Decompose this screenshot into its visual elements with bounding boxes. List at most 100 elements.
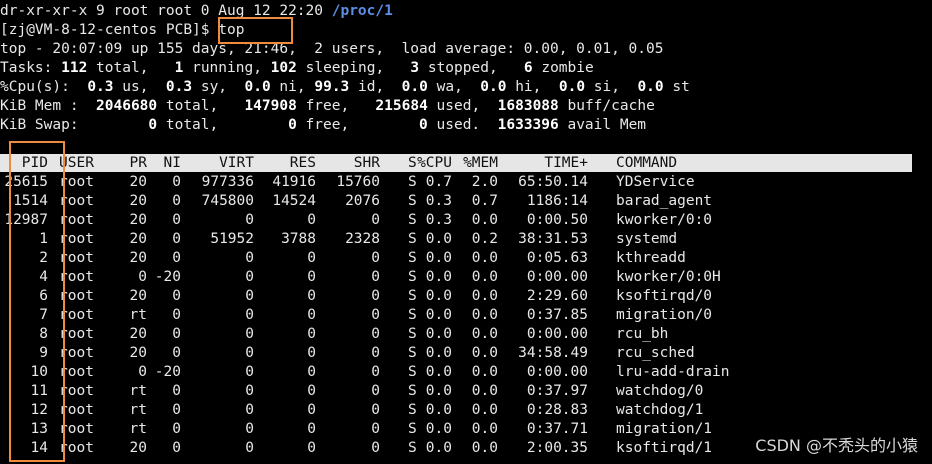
- uptime-line: top - 20:07:09 up 155 days, 21:46, 2 use…: [0, 41, 664, 57]
- cell-mem: 0.0: [471, 269, 498, 285]
- cell-cpu: 0.0: [425, 440, 452, 456]
- cell-virt: 0: [245, 250, 254, 266]
- process-table-header[interactable]: PID USER PR NI VIRT RES SHR S %CPU %MEM …: [0, 154, 912, 172]
- cell-state: S: [408, 250, 417, 266]
- cell-state: S: [408, 345, 417, 361]
- cell-command: migration/1: [616, 421, 713, 437]
- cell-ni: 0: [172, 421, 181, 437]
- cell-virt: 0: [245, 440, 254, 456]
- header-cpu[interactable]: %CPU: [417, 154, 452, 172]
- cell-pr: 20: [129, 250, 147, 266]
- cell-pr: 0: [138, 364, 147, 380]
- cell-virt: 0: [245, 269, 254, 285]
- cell-state: S: [408, 212, 417, 228]
- ls-output-line: dr-xr-xr-x 9 root root 0 Aug 12 22:20 /p…: [0, 2, 393, 21]
- header-res[interactable]: RES: [290, 154, 316, 172]
- cell-state: S: [408, 440, 417, 456]
- header-mem[interactable]: %MEM: [463, 154, 498, 172]
- tasks-sleeping: 102: [270, 60, 297, 76]
- cell-virt: 0: [245, 288, 254, 304]
- cell-cpu: 0.0: [425, 421, 452, 437]
- cell-mem: 0.0: [471, 364, 498, 380]
- table-row[interactable]: 12987 root 20 0 0 0 0 S 0.3 0.0 0:00.50 kworker/0:0: [0, 211, 912, 230]
- cell-command: watchdog/1: [616, 402, 704, 418]
- cell-mem: 0.0: [471, 250, 498, 266]
- cell-command: lru-add-drain: [616, 364, 730, 380]
- cell-shr: 2076: [345, 193, 380, 209]
- table-row[interactable]: 12 root rt 0 0 0 0 S 0.0 0.0 0:28.83 watchdog/1: [0, 401, 912, 420]
- cell-cpu: 0.3: [425, 193, 452, 209]
- cell-virt: 977336: [201, 174, 254, 190]
- cell-pr: 20: [129, 231, 147, 247]
- cell-mem: 0.0: [471, 402, 498, 418]
- cell-time: 0:37.71: [526, 421, 588, 437]
- cell-cpu: 0.0: [425, 326, 452, 342]
- header-ni[interactable]: NI: [164, 154, 181, 172]
- cell-time: 38:31.53: [518, 231, 588, 247]
- cell-virt: 0: [245, 212, 254, 228]
- cell-pr: 20: [129, 288, 147, 304]
- header-time[interactable]: TIME+: [544, 154, 588, 172]
- table-row[interactable]: 2 root 20 0 0 0 0 S 0.0 0.0 0:05.63 kthreadd: [0, 249, 912, 268]
- cell-virt: 0: [245, 307, 254, 323]
- shell-prompt-line[interactable]: [zj@VM-8-12-centos PCB]$ top: [0, 21, 244, 40]
- mem-line: KiB Mem : 2046680 total, 147908 free, 21…: [0, 98, 655, 114]
- cell-ni: -20: [154, 364, 181, 380]
- cell-shr: 0: [371, 383, 380, 399]
- cell-command: migration/0: [616, 307, 713, 323]
- cell-shr: 0: [371, 440, 380, 456]
- cell-shr: 15760: [336, 174, 380, 190]
- cell-command: rcu_bh: [616, 326, 669, 342]
- cell-command: watchdog/0: [616, 383, 704, 399]
- table-row[interactable]: 4 root 0 -20 0 0 0 S 0.0 0.0 0:00.00 kworker/0:0H: [0, 268, 912, 287]
- table-row[interactable]: 8 root 20 0 0 0 0 S 0.0 0.0 0:00.00 rcu_bh: [0, 325, 912, 344]
- table-row[interactable]: 25615 root 20 0 977336 41916 15760 S 0.7 2.0 65:50…: [0, 173, 912, 192]
- cell-shr: 0: [371, 250, 380, 266]
- cell-pr: rt: [129, 402, 147, 418]
- cell-pr: 20: [129, 174, 147, 190]
- cell-shr: 0: [371, 402, 380, 418]
- table-row[interactable]: 7 root rt 0 0 0 0 S 0.0 0.0 0:37.85 migration/0: [0, 306, 912, 325]
- cell-state: S: [408, 307, 417, 323]
- cell-cpu: 0.0: [425, 364, 452, 380]
- cell-time: 0:00.00: [526, 269, 588, 285]
- table-row[interactable]: 6 root 20 0 0 0 0 S 0.0 0.0 2:29.60 ksoftirqd/0: [0, 287, 912, 306]
- cell-ni: 0: [172, 231, 181, 247]
- cell-virt: 745800: [201, 193, 254, 209]
- header-shr[interactable]: SHR: [354, 154, 380, 172]
- table-row[interactable]: 1 root 20 0 51952 3788 2328 S 0.0 0.2 38:31.53 syst…: [0, 230, 912, 249]
- table-row[interactable]: 10 root 0 -20 0 0 0 S 0.0 0.0 0:00.00 lru-add-drain: [0, 363, 912, 382]
- header-state[interactable]: S: [408, 154, 417, 172]
- cell-res: 0: [307, 440, 316, 456]
- cell-ni: 0: [172, 288, 181, 304]
- header-virt[interactable]: VIRT: [219, 154, 254, 172]
- cell-res: 0: [307, 421, 316, 437]
- cell-res: 0: [307, 307, 316, 323]
- header-pr[interactable]: PR: [130, 154, 147, 172]
- table-row[interactable]: 9 root 20 0 0 0 0 S 0.0 0.0 34:58.49 rcu_sched: [0, 344, 912, 363]
- cell-command: YDService: [616, 174, 695, 190]
- cell-time: 0:00.50: [526, 212, 588, 228]
- cell-command: rcu_sched: [616, 345, 695, 361]
- cell-time: 0:00.00: [526, 326, 588, 342]
- cell-ni: 0: [172, 212, 181, 228]
- cell-pr: 20: [129, 193, 147, 209]
- cell-ni: 0: [172, 250, 181, 266]
- header-command[interactable]: COMMAND: [616, 154, 677, 172]
- cell-virt: 0: [245, 326, 254, 342]
- cell-shr: 0: [371, 345, 380, 361]
- table-row[interactable]: 11 root rt 0 0 0 0 S 0.0 0.0 0:37.97 watchdog/0: [0, 382, 912, 401]
- cell-time: 0:00.00: [526, 364, 588, 380]
- table-row[interactable]: 1514 root 20 0 745800 14524 2076 S 0.3 0.7 1186:14…: [0, 192, 912, 211]
- cell-mem: 2.0: [471, 174, 498, 190]
- cell-state: S: [408, 193, 417, 209]
- cell-command: ksoftirqd/1: [616, 440, 713, 456]
- cell-shr: 0: [371, 269, 380, 285]
- cell-ni: 0: [172, 402, 181, 418]
- cell-pr: rt: [129, 421, 147, 437]
- tasks-zombie: 6: [523, 60, 533, 76]
- cell-time: 34:58.49: [518, 345, 588, 361]
- tasks-line: Tasks: 112 total, 1 running, 102 sleepin…: [0, 60, 594, 76]
- cell-shr: 0: [371, 212, 380, 228]
- cell-state: S: [408, 383, 417, 399]
